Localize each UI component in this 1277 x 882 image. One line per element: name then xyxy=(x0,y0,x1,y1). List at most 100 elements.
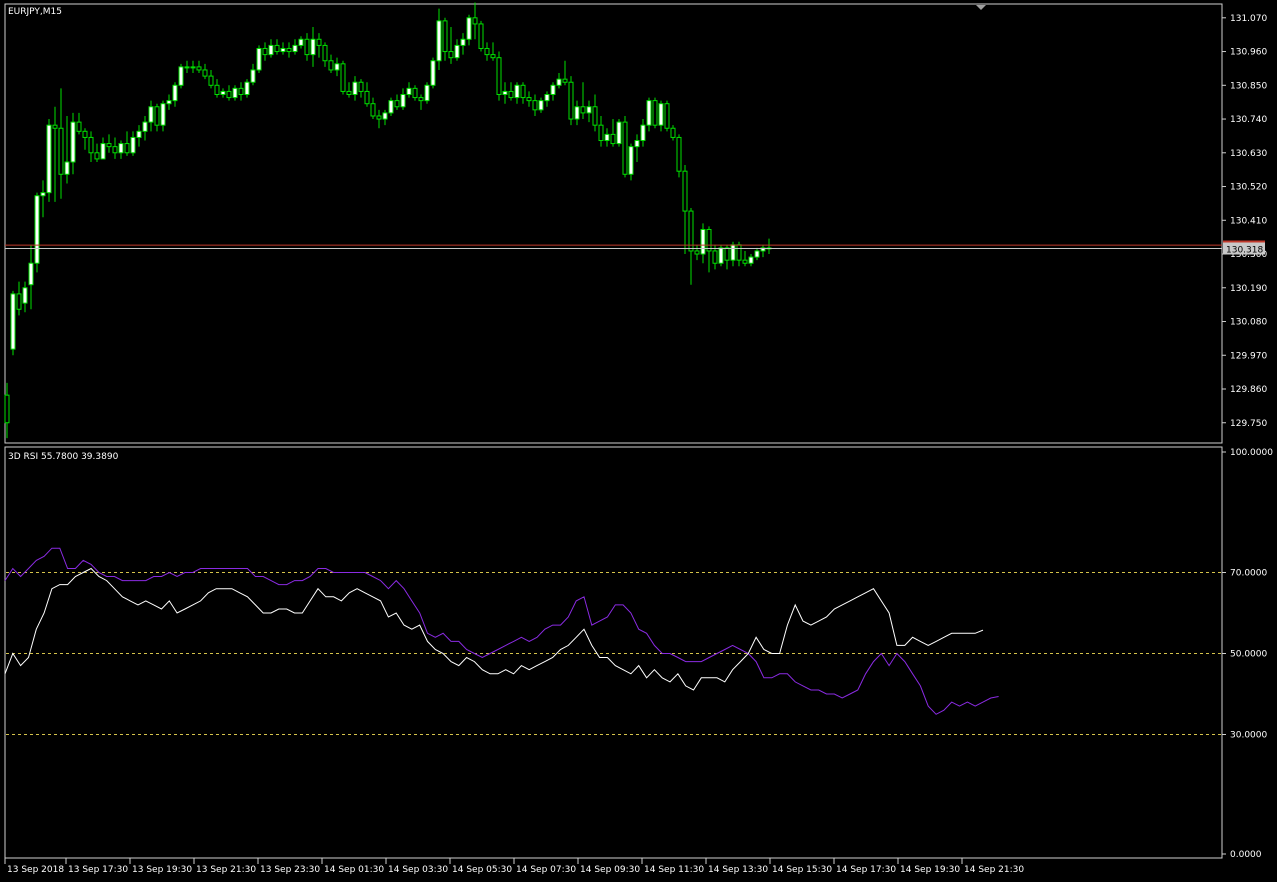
candle-body xyxy=(346,90,352,95)
candle-body xyxy=(544,93,550,102)
candle-body xyxy=(394,100,400,108)
candle-body xyxy=(226,90,232,99)
time-tick-label: 14 Sep 21:30 xyxy=(964,865,1024,875)
candle-body xyxy=(232,87,238,99)
candle-body xyxy=(496,57,502,95)
candle-body xyxy=(598,124,604,142)
candle-body xyxy=(178,66,184,86)
candle-body xyxy=(736,244,742,261)
candle-body xyxy=(556,78,562,86)
candle-body xyxy=(40,192,46,197)
chart-shift-marker[interactable] xyxy=(976,5,986,10)
candle-body xyxy=(274,44,280,53)
candle-body xyxy=(712,250,718,264)
price-tick-label: 129.860 xyxy=(1230,385,1267,395)
candle-body xyxy=(604,133,610,142)
rsi-tick-label: 50.0000 xyxy=(1230,650,1267,660)
time-tick-label: 14 Sep 17:30 xyxy=(836,865,896,875)
candle-body xyxy=(610,133,616,145)
price-tick-label: 130.850 xyxy=(1230,81,1267,91)
rsi-line-purple xyxy=(4,547,999,715)
candle-body xyxy=(436,20,442,62)
candle-body xyxy=(196,66,202,71)
candle-body xyxy=(118,143,124,154)
candle-body xyxy=(400,93,406,108)
price-tick-label: 130.080 xyxy=(1230,318,1267,328)
price-tick-label: 129.750 xyxy=(1230,419,1267,429)
time-tick-label: 13 Sep 19:30 xyxy=(132,865,192,875)
candle-body xyxy=(58,127,64,175)
candle-body xyxy=(112,146,118,154)
time-tick-label: 13 Sep 2018 xyxy=(7,865,64,875)
candle-body xyxy=(430,60,436,86)
candle-body xyxy=(364,90,370,105)
price-tick-label: 131.070 xyxy=(1230,14,1267,24)
candle-body xyxy=(466,17,472,40)
candle-body xyxy=(370,103,376,117)
candle-body xyxy=(412,87,418,99)
time-tick-label: 13 Sep 21:30 xyxy=(196,865,256,875)
candle-body xyxy=(340,63,346,92)
candle-body xyxy=(160,103,166,126)
time-tick-label: 14 Sep 19:30 xyxy=(900,865,960,875)
symbol-label: EURJPY,M15 xyxy=(8,7,62,17)
candle-body xyxy=(754,250,760,258)
candle-body xyxy=(568,81,574,120)
candle-body xyxy=(448,51,454,59)
time-tick-label: 14 Sep 13:30 xyxy=(708,865,768,875)
time-tick-label: 14 Sep 07:30 xyxy=(516,865,576,875)
candle-body xyxy=(652,100,658,126)
candle-body xyxy=(634,140,640,148)
candle-body xyxy=(334,63,340,71)
candle-body xyxy=(640,124,646,142)
time-tick-label: 13 Sep 17:30 xyxy=(68,865,128,875)
candle-body xyxy=(280,47,286,53)
candle-body xyxy=(526,97,532,102)
candle-body xyxy=(694,250,700,255)
price-tick-label: 130.630 xyxy=(1230,149,1267,159)
candle-body xyxy=(76,121,82,132)
candle-body xyxy=(10,293,16,350)
current-price-label: 130.318 xyxy=(1226,246,1263,256)
candle-body xyxy=(358,81,364,92)
candle-body xyxy=(136,130,142,138)
candle-body xyxy=(550,84,556,95)
candle-body xyxy=(154,106,160,126)
candle-body xyxy=(250,69,256,83)
candle-body xyxy=(454,44,460,59)
candle-body xyxy=(472,17,478,25)
candle-body xyxy=(316,38,322,46)
time-tick-label: 14 Sep 05:30 xyxy=(452,865,512,875)
candle-body xyxy=(406,87,412,95)
candle-body xyxy=(244,81,250,95)
time-tick-label: 14 Sep 03:30 xyxy=(388,865,448,875)
candle-body xyxy=(664,103,670,129)
candle-body xyxy=(388,100,394,114)
candle-body xyxy=(580,106,586,114)
candle-body xyxy=(220,90,226,95)
candle-body xyxy=(238,87,244,95)
candle-body xyxy=(574,106,580,120)
candle-body xyxy=(460,38,466,46)
candle-body xyxy=(520,84,526,99)
candle-body xyxy=(46,124,52,194)
price-tick-label: 130.410 xyxy=(1230,216,1267,226)
candle-body xyxy=(478,23,484,49)
time-tick-label: 14 Sep 15:30 xyxy=(772,865,832,875)
candle-body xyxy=(82,130,88,138)
candle-body xyxy=(124,143,130,154)
candle-body xyxy=(64,161,70,175)
rsi-pane-frame xyxy=(4,446,1223,859)
candle-body xyxy=(190,66,196,69)
candle-body xyxy=(484,47,490,56)
candle-body xyxy=(52,124,58,129)
candle-body xyxy=(562,78,568,83)
time-tick-label: 14 Sep 01:30 xyxy=(324,865,384,875)
candle-body xyxy=(646,100,652,126)
price-tick-label: 130.190 xyxy=(1230,284,1267,294)
price-tick-label: 130.960 xyxy=(1230,48,1267,58)
candle-body xyxy=(682,170,688,212)
candle-body xyxy=(382,112,388,120)
time-tick-label: 14 Sep 11:30 xyxy=(644,865,704,875)
rsi-tick-label: 100.0000 xyxy=(1230,448,1273,458)
